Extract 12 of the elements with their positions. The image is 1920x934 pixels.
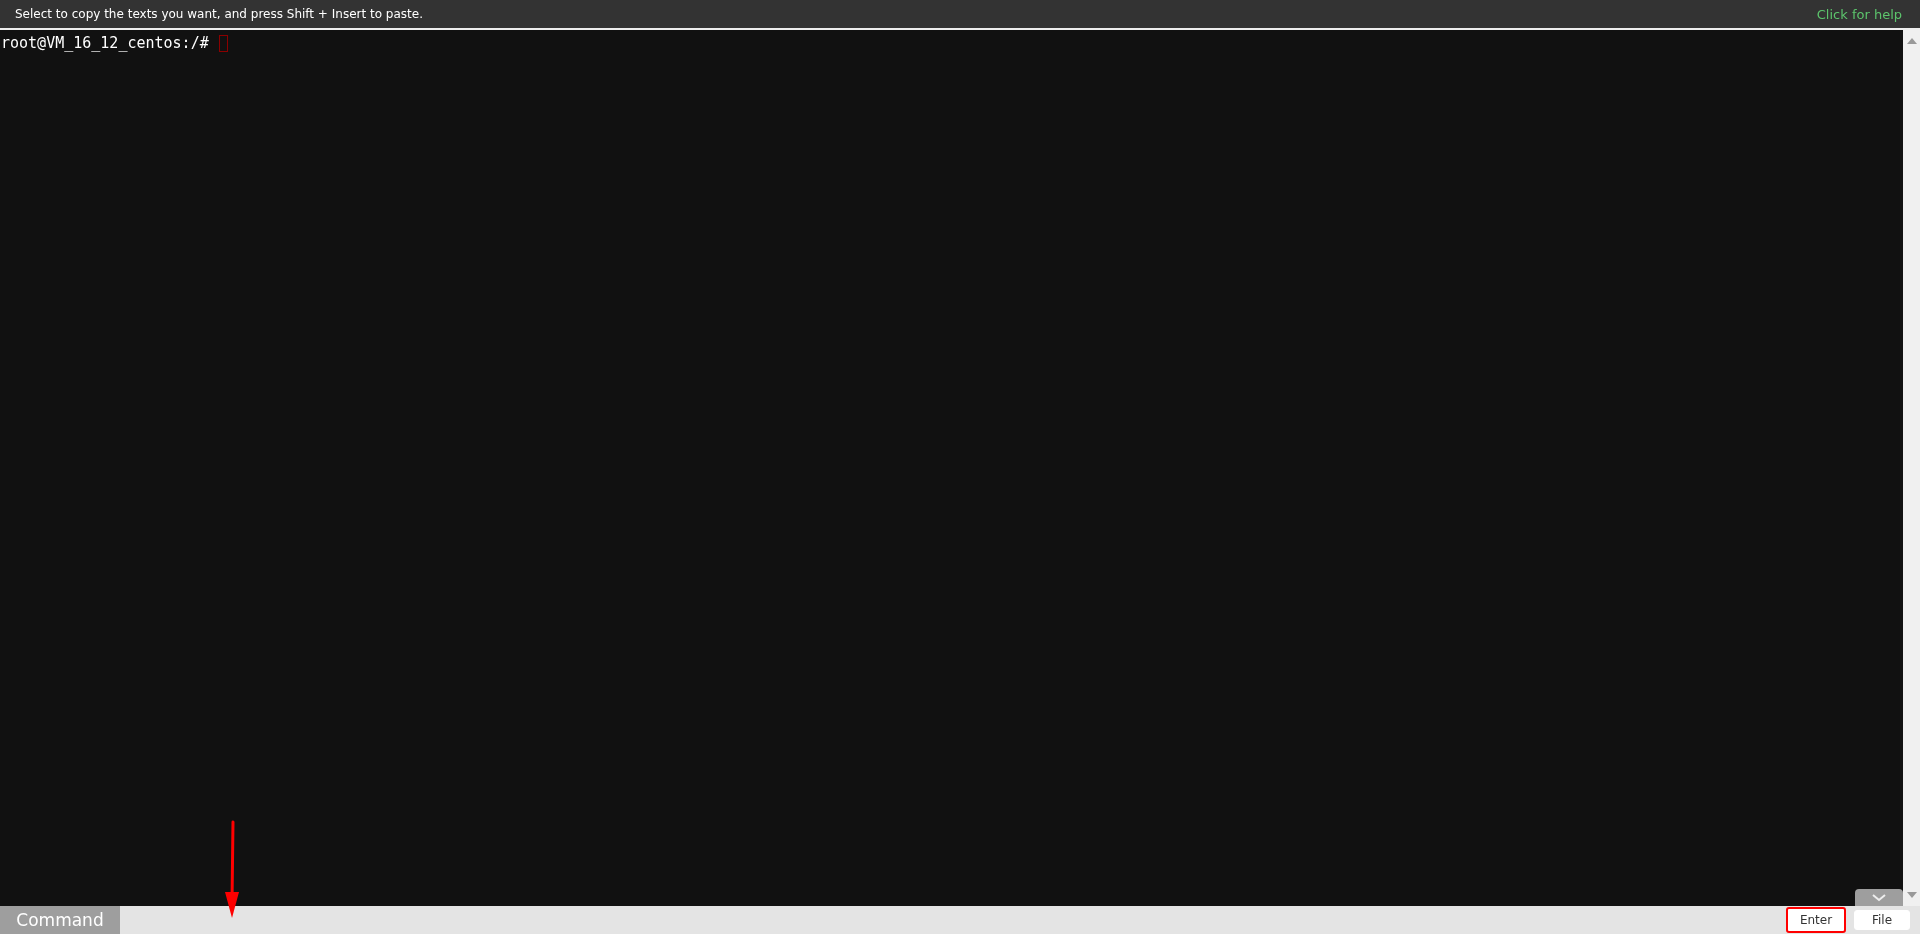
scroll-up-icon[interactable] [1906, 38, 1917, 44]
command-button[interactable]: File [1854, 910, 1910, 930]
command-button[interactable]: Enter [1786, 907, 1846, 933]
scroll-down-icon[interactable] [1906, 892, 1917, 898]
help-link[interactable]: Click for help [1816, 6, 1902, 22]
command-label: Command [0, 906, 120, 934]
copy-hint: Select to copy the texts you want, and press Shift + Insert to paste. [15, 7, 423, 21]
cursor-icon [218, 34, 228, 52]
terminal-prompt: root@VM_16_12_centos:/# [1, 34, 209, 52]
scrollbar[interactable] [1903, 30, 1920, 906]
collapse-tab[interactable] [1855, 889, 1903, 906]
chevron-down-icon [1872, 893, 1886, 902]
